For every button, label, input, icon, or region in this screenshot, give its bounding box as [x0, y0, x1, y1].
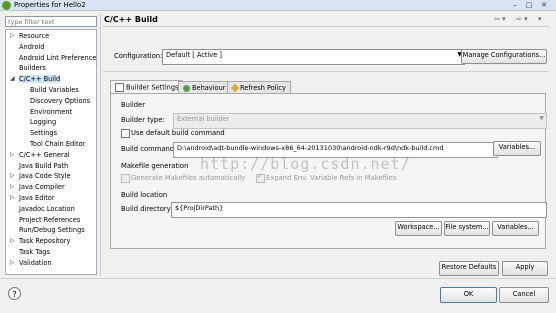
refresh-icon [230, 83, 240, 93]
use-default-command-checkbox[interactable] [121, 129, 130, 138]
configuration-combo[interactable]: Default [ Active ] ▼ [162, 49, 465, 65]
config-divider [103, 71, 549, 72]
page-title: C/C++ Build [104, 15, 158, 24]
restore-defaults-button[interactable]: Restore Defaults [439, 261, 499, 276]
ok-button[interactable]: OK [440, 287, 497, 303]
use-default-command-label: Use default build command [131, 129, 225, 137]
tree-expand-icon[interactable]: ▷ [10, 183, 15, 190]
help-icon[interactable]: ? [8, 287, 21, 300]
build-directory-field[interactable]: ${ProjDirPath} [171, 202, 547, 218]
location-variables-button[interactable]: Variables... [492, 221, 539, 236]
builder-type-value: External builder [177, 115, 230, 123]
makefile-group-label: Makefile generation [121, 162, 189, 170]
configuration-label: Configuration: [114, 52, 163, 60]
tree-expand-icon[interactable]: ▷ [10, 259, 15, 266]
tree-item[interactable]: Settings [30, 129, 57, 137]
maximize-button[interactable]: □ [523, 1, 535, 9]
filter-input[interactable]: type filter text [5, 16, 97, 27]
tree-expand-icon[interactable]: ▷ [10, 32, 15, 39]
builder-type-label: Builder type: [121, 116, 165, 124]
tree-item[interactable]: C/C++ General [19, 151, 70, 159]
footer-divider [0, 278, 556, 279]
tree-item[interactable]: Java Build Path [19, 162, 68, 170]
build-command-label: Build command: [121, 145, 177, 153]
watermark: http://blog.csdn.net/ [200, 155, 411, 173]
close-button[interactable]: ✕ [538, 1, 550, 9]
tab-label: Behaviour [192, 84, 226, 92]
tree-item[interactable]: Discovery Options [30, 97, 90, 105]
tree-item[interactable]: Tool Chain Editor [30, 140, 85, 148]
tree-item[interactable]: Javadoc Location [19, 205, 75, 213]
builder-icon [115, 83, 124, 92]
tree-item[interactable]: Java Code Style [19, 172, 71, 180]
builder-group-label: Builder [121, 101, 146, 109]
manage-configurations-button[interactable]: Manage Configurations... [461, 49, 547, 64]
build-location-group-label: Build location [121, 191, 168, 199]
tree-item[interactable]: Android Lint Preferences [19, 54, 96, 62]
file-system-button[interactable]: File system... [444, 221, 490, 236]
tree-item[interactable]: Task Tags [19, 248, 50, 256]
apply-button[interactable]: Apply [502, 261, 548, 276]
tree-item[interactable]: Validation [19, 259, 52, 267]
header-divider [103, 26, 549, 27]
window-title: Properties for Hello2 [14, 1, 86, 9]
expand-env-label: Expand Env. Variable Refs in Makefiles [266, 174, 397, 182]
tree-expand-icon[interactable]: ▷ [10, 237, 15, 244]
tree-item[interactable]: Java Editor [19, 194, 55, 202]
command-variables-button[interactable]: Variables... [493, 141, 541, 156]
minimize-button[interactable]: – [509, 1, 521, 9]
tree-expand-icon[interactable]: ▷ [10, 172, 15, 179]
app-icon [2, 1, 11, 10]
tree-item[interactable]: Android [19, 43, 45, 51]
tree-item[interactable]: Project References [19, 216, 80, 224]
workspace-button[interactable]: Workspace... [395, 221, 442, 236]
generate-makefiles-checkbox[interactable] [121, 174, 130, 183]
tree-item[interactable]: Run/Debug Settings [19, 226, 85, 234]
expand-env-checkbox[interactable] [256, 172, 265, 183]
tree-item[interactable]: Java Compiler [19, 183, 65, 191]
tree-item[interactable]: Task Repository [19, 237, 70, 245]
tree-item[interactable]: Environment [30, 108, 72, 116]
behaviour-icon [183, 84, 190, 92]
property-tree[interactable]: ▷ Resource Android Android Lint Preferences… [5, 29, 97, 275]
tree-item[interactable]: C/C++ Build [19, 75, 61, 84]
splitter[interactable] [100, 14, 101, 276]
forward-icon[interactable]: ⇨ ▾ [516, 15, 528, 23]
title-bar: Properties for Hello2 – □ ✕ [0, 0, 556, 11]
tree-expand-icon[interactable]: ◢ [10, 75, 15, 82]
tree-item[interactable]: Builders [19, 64, 46, 72]
tree-expand-icon[interactable]: ▷ [10, 194, 15, 201]
tree-expand-icon[interactable]: ▷ [10, 151, 15, 158]
view-menu-icon[interactable]: ▾ [538, 15, 542, 23]
tree-item[interactable]: Build Variables [30, 86, 79, 94]
cancel-button[interactable]: Cancel [499, 287, 549, 303]
tab-label: Refresh Policy [240, 84, 286, 92]
builder-type-combo[interactable]: External builder ▼ [173, 113, 547, 129]
build-directory-label: Build directory: [121, 205, 173, 213]
back-icon[interactable]: ⇦ ▾ [494, 15, 506, 23]
tab-label: Builder Settings [126, 83, 179, 92]
generate-makefiles-label: Generate Makefiles automatically [131, 174, 246, 182]
tree-item[interactable]: Logging [30, 118, 56, 126]
chevron-down-icon: ▼ [539, 115, 544, 122]
configuration-value: Default [ Active ] [166, 51, 222, 59]
tree-item[interactable]: Resource [19, 32, 49, 40]
